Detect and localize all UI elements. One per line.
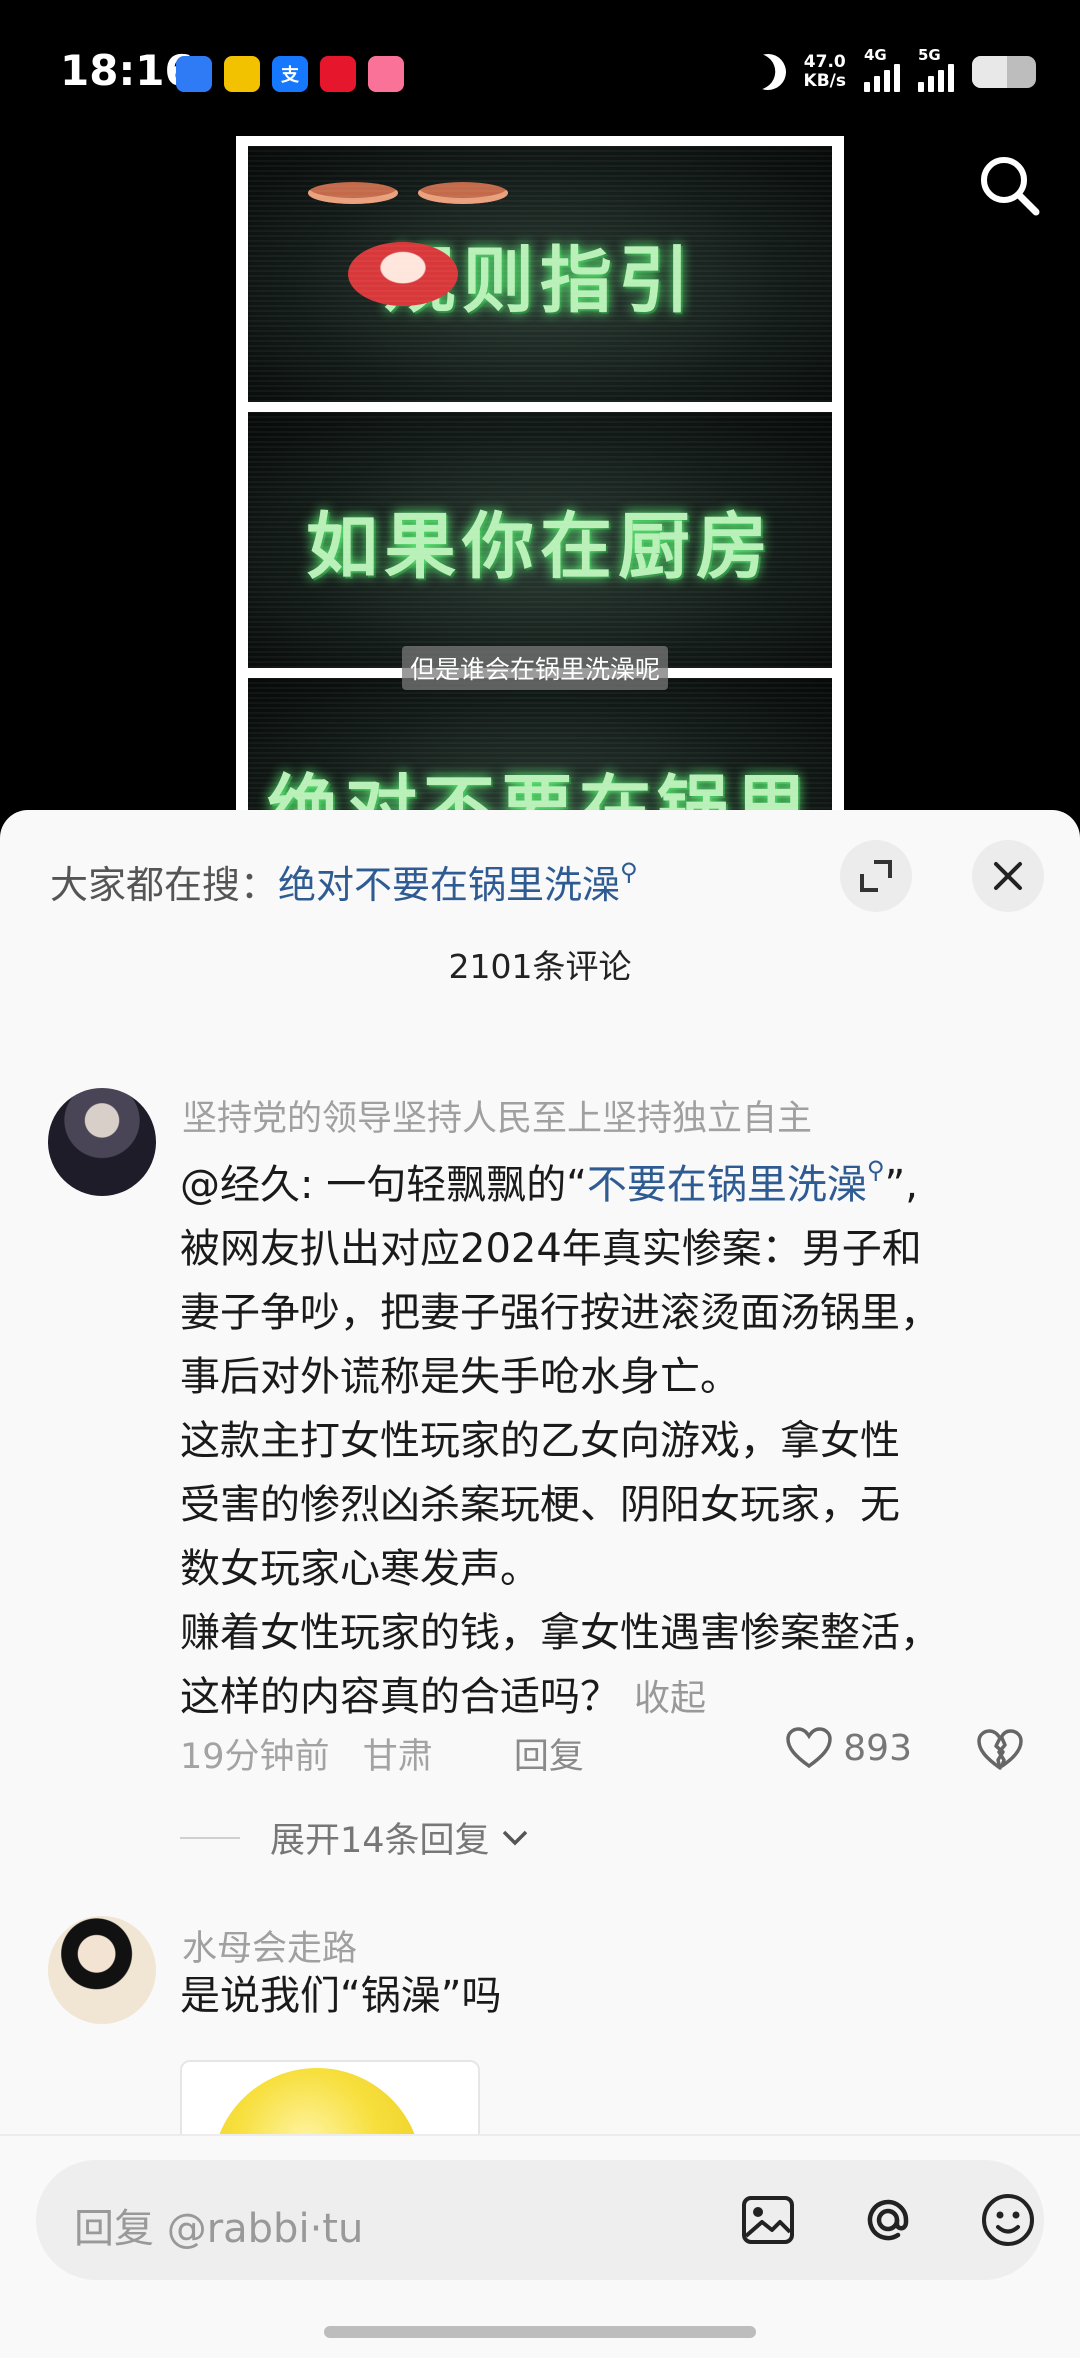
chevron-down-icon xyxy=(502,1830,527,1845)
alipay-icon: 支 xyxy=(272,56,308,92)
comment-text-line: 赚着女性玩家的钱，拿女性遇害惨案整活， xyxy=(180,1610,940,1656)
expand-replies-label: 展开14条回复 xyxy=(270,1821,490,1861)
comment-text-line: 受害的惨烈凶杀案玩梗、阴阳女玩家，无 xyxy=(180,1482,900,1528)
video-player[interactable]: 规则指引 如果你在厨房 绝对不要在锅里洗澡 但是谁会在锅里洗澡呢 xyxy=(0,136,1080,934)
expand-icon xyxy=(860,860,892,892)
comment-text-line: 被网友扒出对应2024年真实惨案：男子和 xyxy=(180,1226,922,1272)
comment-text-line: 这款主打女性玩家的乙女向游戏，拿女性 xyxy=(180,1418,900,1464)
close-icon xyxy=(994,862,1022,890)
reply-input[interactable]: 回复 @rabbi·tu xyxy=(36,2160,1044,2280)
dislike-button[interactable] xyxy=(976,1728,1024,1776)
at-icon xyxy=(867,2199,909,2241)
comment-count: 2101条评论 xyxy=(448,947,632,986)
weibo-icon xyxy=(320,56,356,92)
bilibili-icon xyxy=(368,56,404,92)
expand-sheet-button[interactable] xyxy=(840,840,912,912)
reply-button[interactable]: 回复 xyxy=(514,1737,584,1777)
keyword-text: 不要在锅里洗澡 xyxy=(586,1162,867,1208)
lips-sticker xyxy=(348,242,458,306)
panel-caption: 规则指引 xyxy=(383,238,696,323)
comment-text-line: ”, xyxy=(884,1162,918,1208)
comment-username[interactable]: 坚持党的领导坚持人民至上坚持独立自主 xyxy=(182,1090,812,1141)
app-icon-blue xyxy=(176,56,212,92)
comment-text[interactable]: @经久: 一句轻飘飘的“不要在锅里洗澡⚲”, 被网友扒出对应2024年真实惨案：… xyxy=(180,1138,1040,1731)
video-panel-1: 规则指引 xyxy=(248,146,832,402)
comment-text[interactable]: 是说我们“锅澡”吗 xyxy=(180,1964,1040,2028)
status-bar: 18:16 支 47.0 KB/s 4G 5G xyxy=(0,0,1080,150)
comment-meta: 19分钟前 甘肃 回复 xyxy=(180,1728,584,1779)
network-speed-unit: KB/s xyxy=(803,71,846,91)
eye-sticker xyxy=(418,182,508,204)
emoji-icon xyxy=(982,2194,1034,2246)
expand-replies-button[interactable]: 展开14条回复 xyxy=(180,1812,532,1863)
comment-text-line: 妻子争吵，把妻子强行按进滚烫面汤锅里， xyxy=(180,1290,940,1336)
signal-5g-icon: 5G xyxy=(918,46,954,92)
divider xyxy=(180,1836,240,1839)
search-small-icon: ⚲ xyxy=(620,858,638,886)
comment-time: 19分钟前 xyxy=(180,1737,330,1777)
notification-icons: 支 xyxy=(176,56,404,92)
comment-text-line: 数女玩家心寒发声。 xyxy=(180,1546,540,1592)
network-speed-value: 47.0 xyxy=(803,52,846,72)
comment-text-line: 事后对外谎称是失手呛水身亡。 xyxy=(180,1354,740,1400)
mention-button[interactable] xyxy=(856,2188,920,2252)
comment-text-line: 这样的内容真的合适吗？ xyxy=(180,1674,620,1720)
signal-4g-icon: 4G xyxy=(864,46,900,92)
signal-4g-label: 4G xyxy=(864,46,887,64)
avatar[interactable] xyxy=(48,1916,156,2024)
heart-icon xyxy=(786,1727,833,1769)
video-panel-2: 如果你在厨房 xyxy=(248,412,832,668)
image-button[interactable] xyxy=(736,2188,800,2252)
signal-5g-label: 5G xyxy=(918,46,941,64)
avatar[interactable] xyxy=(48,1088,156,1196)
search-button[interactable] xyxy=(974,150,1046,222)
search-icon xyxy=(981,157,1040,216)
reply-input-bar: 回复 @rabbi·tu xyxy=(0,2134,1080,2358)
panel-caption: 如果你在厨房 xyxy=(305,504,774,589)
hot-search[interactable]: 大家都在搜：绝对不要在锅里洗澡⚲ xyxy=(50,854,638,909)
app-icon-yellow xyxy=(224,56,260,92)
status-indicators: 47.0 KB/s 4G 5G xyxy=(750,46,1036,92)
comment-keyword-link[interactable]: 不要在锅里洗澡⚲ xyxy=(586,1156,885,1208)
close-sheet-button[interactable] xyxy=(972,840,1044,912)
emoji-button[interactable] xyxy=(976,2188,1040,2252)
comment-location: 甘肃 xyxy=(362,1737,433,1777)
search-small-icon: ⚲ xyxy=(866,1156,885,1184)
home-indicator[interactable] xyxy=(324,2326,756,2338)
like-count: 893 xyxy=(843,1727,912,1769)
broken-heart-icon xyxy=(977,1729,1023,1770)
eye-sticker xyxy=(308,182,398,204)
video-subtitle: 但是谁会在锅里洗澡呢 xyxy=(402,646,669,690)
hot-search-prefix: 大家都在搜： xyxy=(50,863,279,907)
comment-sheet: 大家都在搜：绝对不要在锅里洗澡⚲ 2101条评论 坚持党的领导坚持人民至上坚持独… xyxy=(0,810,1080,2358)
image-icon xyxy=(742,2196,794,2244)
collapse-button[interactable]: 收起 xyxy=(634,1678,706,1719)
hot-search-link[interactable]: 绝对不要在锅里洗澡 xyxy=(278,863,620,907)
network-speed: 47.0 KB/s xyxy=(804,53,846,91)
like-button[interactable]: 893 xyxy=(785,1726,912,1770)
video-frame: 规则指引 如果你在厨房 绝对不要在锅里洗澡 xyxy=(236,136,844,934)
status-time: 18:16 xyxy=(60,46,194,95)
comment-text-line: @经久: 一句轻飘飘的“ xyxy=(180,1162,587,1208)
reply-input-placeholder: 回复 @rabbi·tu xyxy=(74,2206,364,2252)
do-not-disturb-icon xyxy=(744,49,790,95)
battery-icon xyxy=(972,56,1036,88)
